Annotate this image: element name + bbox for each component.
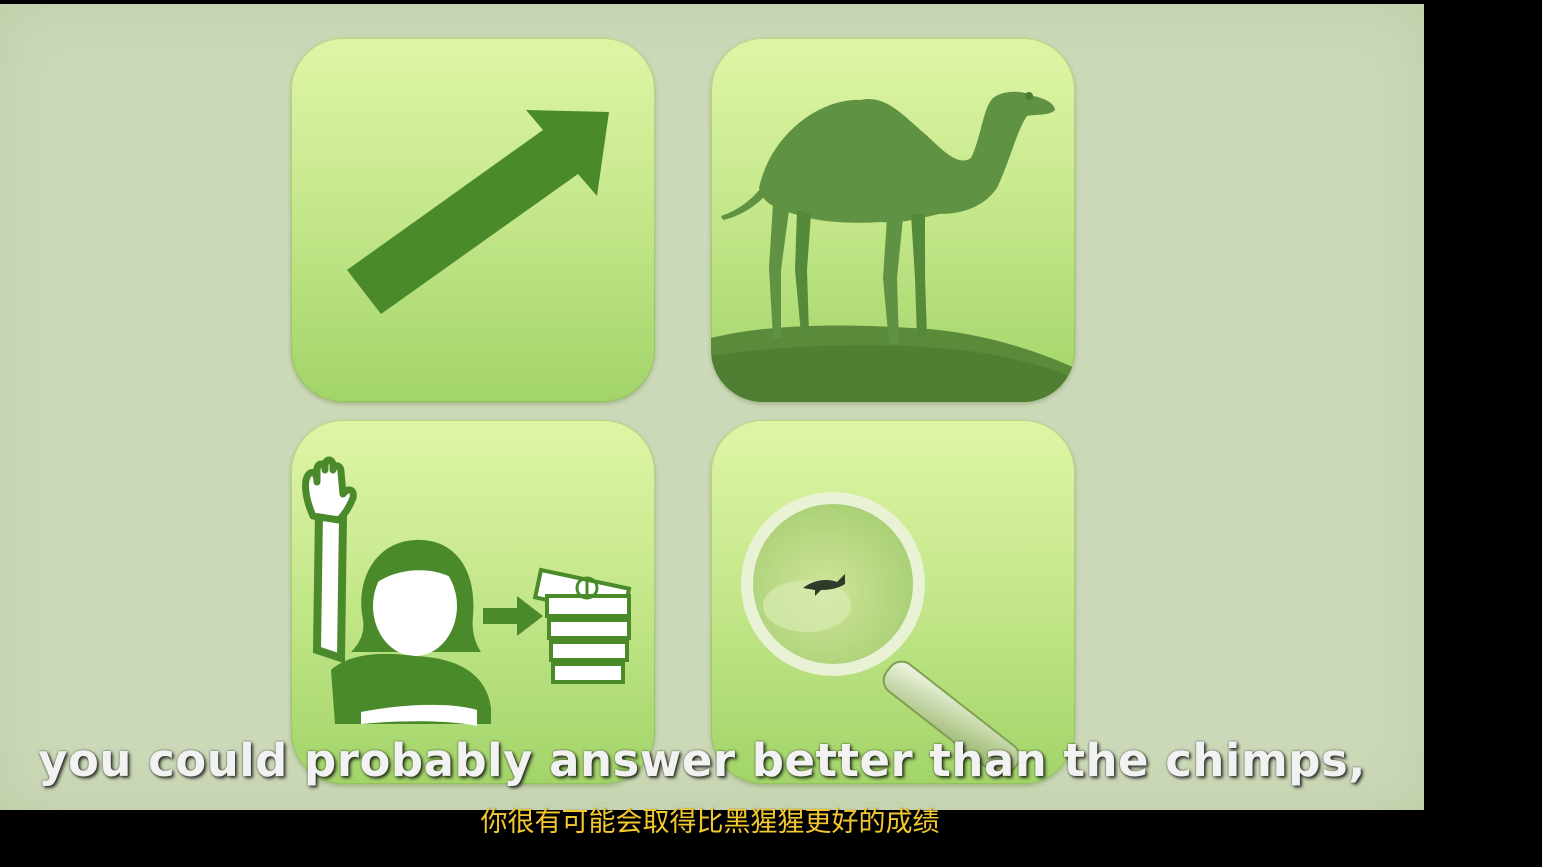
camel-tile [711,38,1075,402]
magnifier-tile [711,420,1075,784]
raise-hand-money-tile [291,420,655,784]
chinese-subtitle: 你很有可能会取得比黑猩猩更好的成绩 [480,807,940,838]
trend-arrow-icon [347,110,609,314]
camel-image [711,91,1075,402]
person-raising-hand-to-money-icon [302,456,632,726]
english-subtitle: you could probably answer better than th… [38,734,1366,787]
magnifying-glass-shark-icon [741,492,1021,777]
trend-arrow-tile [291,38,655,402]
slide [0,4,1424,810]
